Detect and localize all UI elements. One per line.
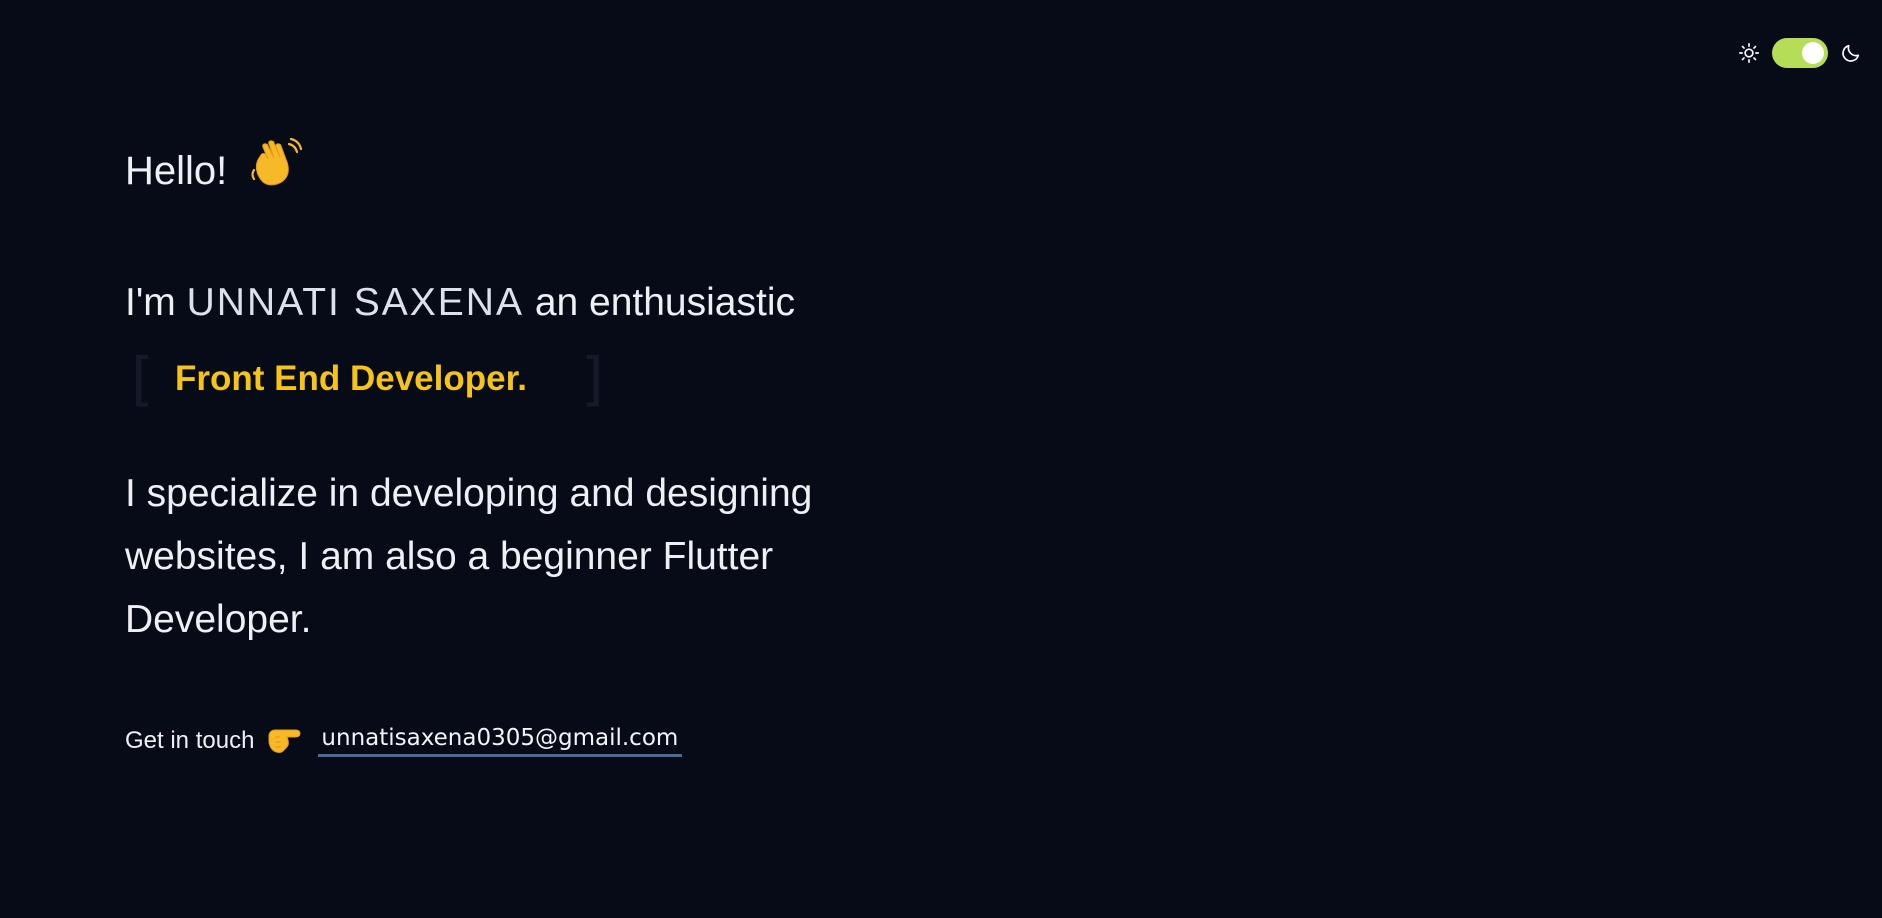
theme-switch-knob: [1802, 42, 1824, 64]
pointing-right-hand-icon: [266, 722, 306, 759]
portfolio-page: Hello! I'm UNNATI SAXENA an enthusiastic: [0, 0, 1882, 918]
role-typewriter: [ Front End Developer. ]: [123, 345, 612, 416]
moon-icon[interactable]: [1840, 42, 1862, 64]
person-name: UNNATI SAXENA: [186, 281, 524, 324]
greeting-line: Hello!: [125, 137, 303, 203]
waving-hand-icon: [249, 137, 303, 203]
greeting-text: Hello!: [125, 148, 228, 193]
intro-suffix: an enthusiastic: [534, 281, 795, 324]
contact-line: Get in touch unnatisaxena0305@gmail.com: [125, 722, 683, 759]
intro-line: I'm UNNATI SAXENA an enthusiastic: [125, 278, 795, 328]
bracket-close: ]: [577, 345, 612, 413]
theme-toggle: [1738, 38, 1862, 68]
email-link[interactable]: unnatisaxena0305@gmail.com: [318, 725, 683, 757]
theme-switch[interactable]: [1772, 38, 1828, 68]
sun-icon[interactable]: [1738, 42, 1760, 64]
intro-prefix: I'm: [125, 281, 176, 324]
bracket-open: [: [123, 345, 158, 413]
description-text: I specialize in developing and designing…: [125, 472, 813, 641]
role-title: Front End Developer.: [175, 359, 527, 398]
contact-label: Get in touch: [125, 726, 255, 754]
